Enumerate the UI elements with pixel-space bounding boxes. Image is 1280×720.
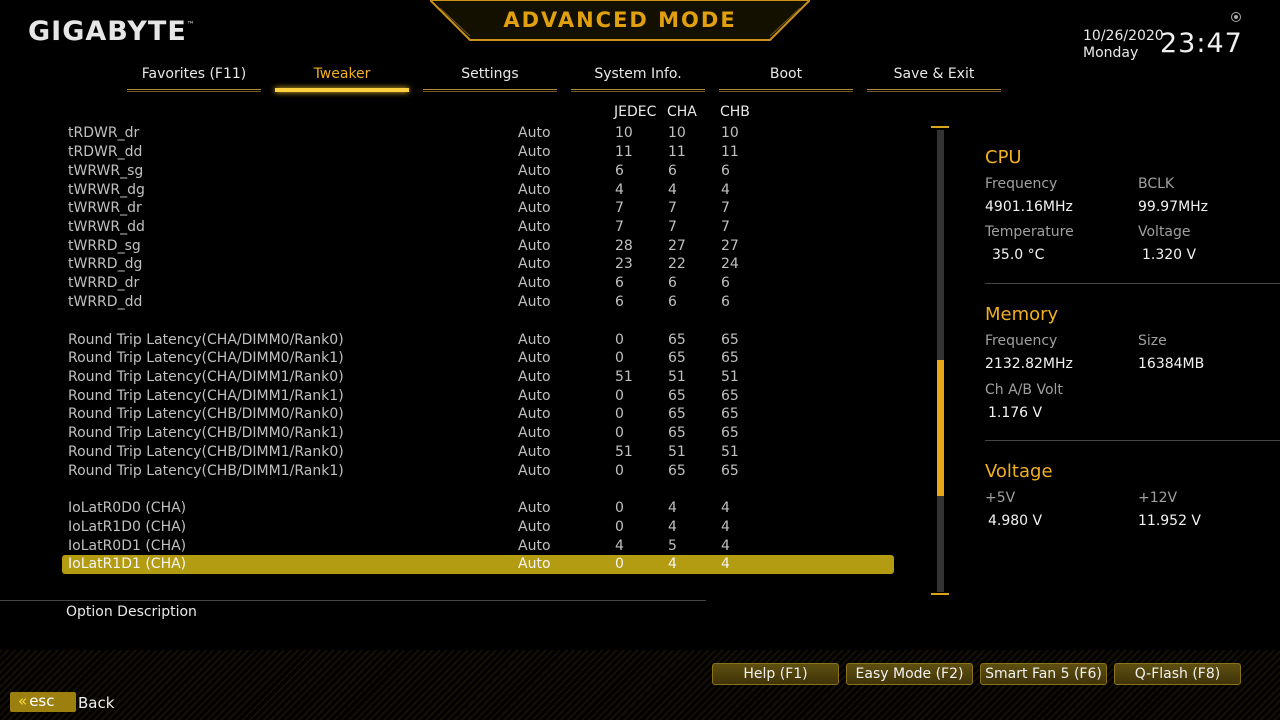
table-row[interactable]: Round Trip Latency(CHB/DIMM1/Rank1) Auto 0… — [62, 462, 894, 481]
table-row-selected[interactable]: IoLatR1D1 (CHA) Auto 0 4 4 — [62, 555, 894, 574]
settings-icon[interactable] — [1231, 12, 1241, 22]
table-row[interactable]: tWRWR_sg Auto 6 6 6 — [62, 162, 894, 181]
memory-size-label: Size — [1138, 333, 1167, 349]
table-row[interactable]: tRDWR_dr Auto 10 10 10 — [62, 124, 894, 143]
table-row[interactable]: tWRRD_dr Auto 6 6 6 — [62, 274, 894, 293]
table-row[interactable]: IoLatR0D1 (CHA) Auto 4 5 4 — [62, 537, 894, 556]
cpu-voltage-value: 1.320 V — [1142, 247, 1197, 263]
table-row[interactable]: Round Trip Latency(CHB/DIMM0/Rank0) Auto 0… — [62, 405, 894, 424]
tab-system-info[interactable]: System Info. — [571, 66, 705, 92]
easy-mode-button[interactable]: Easy Mode (F2) — [846, 663, 973, 685]
cpu-temperature-label: Temperature — [985, 224, 1074, 240]
table-row[interactable]: Round Trip Latency(CHA/DIMM0/Rank0) Auto 0… — [62, 331, 894, 350]
gigabyte-logo: GIGABYTE™ — [28, 16, 196, 47]
q-flash-button[interactable]: Q-Flash (F8) — [1114, 663, 1241, 685]
brand-text: GIGABYTE — [28, 16, 187, 47]
scrollbar-top-cap — [931, 126, 949, 128]
table-row[interactable]: tWRRD_dg Auto 23 22 24 — [62, 255, 894, 274]
day-text: Monday — [1083, 45, 1139, 61]
mode-banner: ADVANCED MODE — [430, 0, 810, 44]
cpu-voltage-label: Voltage — [1138, 224, 1191, 240]
help-button[interactable]: Help (F1) — [712, 663, 839, 685]
table-row[interactable]: IoLatR1D0 (CHA) Auto 0 4 4 — [62, 518, 894, 537]
tab-save-exit[interactable]: Save & Exit — [867, 66, 1001, 92]
table-row[interactable]: tWRRD_sg Auto 28 27 27 — [62, 237, 894, 256]
voltage-5v-value: 4.980 V — [988, 513, 1043, 529]
back-label: Back — [78, 694, 115, 712]
table-row[interactable]: Round Trip Latency(CHB/DIMM1/Rank0) Auto 5… — [62, 443, 894, 462]
memory-section-title: Memory — [985, 304, 1059, 325]
voltage-section-title: Voltage — [985, 461, 1053, 482]
voltage-5v-label: +5V — [985, 490, 1016, 506]
table-row[interactable]: IoLatR0D0 (CHA) Auto 0 4 4 — [62, 499, 894, 518]
scrollbar-bottom-cap — [931, 593, 949, 595]
table-row[interactable]: Round Trip Latency(CHA/DIMM1/Rank1) Auto 0… — [62, 387, 894, 406]
voltage-12v-value: 11.952 V — [1138, 513, 1202, 529]
memory-size-value: 16384MB — [1138, 356, 1205, 372]
clock-time: 23:47 — [1160, 28, 1243, 59]
table-row[interactable]: Round Trip Latency(CHA/DIMM0/Rank1) Auto 0… — [62, 349, 894, 368]
tab-favorites[interactable]: Favorites (F11) — [127, 66, 261, 92]
scrollbar-thumb[interactable] — [937, 360, 944, 496]
table-row[interactable]: tRDWR_dd Auto 11 11 11 — [62, 143, 894, 162]
voltage-12v-label: +12V — [1138, 490, 1178, 506]
cpu-section-title: CPU — [985, 147, 1022, 168]
memory-volt-value: 1.176 V — [988, 405, 1043, 421]
double-chevron-left-icon: « — [18, 692, 28, 710]
date-text: 10/26/2020 — [1083, 28, 1164, 44]
option-description-label: Option Description — [66, 604, 197, 620]
memory-frequency-value: 2132.82MHz — [985, 356, 1073, 372]
bottom-decoration — [0, 650, 1280, 720]
cpu-bclk-label: BCLK — [1138, 176, 1175, 192]
tab-boot[interactable]: Boot — [719, 66, 853, 92]
cpu-bclk-value: 99.97MHz — [1138, 199, 1209, 215]
tab-tweaker[interactable]: Tweaker — [275, 66, 409, 92]
cpu-frequency-value: 4901.16MHz — [985, 199, 1073, 215]
panel-divider — [985, 283, 1280, 284]
table-row[interactable]: Round Trip Latency(CHA/DIMM1/Rank0) Auto 5… — [62, 368, 894, 387]
panel-divider — [985, 440, 1280, 441]
column-header-jedec: JEDEC — [614, 104, 657, 120]
cpu-temperature-value: 35.0 °C — [992, 247, 1045, 263]
table-row[interactable]: tWRWR_dr Auto 7 7 7 — [62, 199, 894, 218]
table-row[interactable]: Round Trip Latency(CHB/DIMM0/Rank1) Auto 0… — [62, 424, 894, 443]
tab-settings[interactable]: Settings — [423, 66, 557, 92]
esc-button[interactable]: «esc — [10, 692, 76, 712]
column-header-cha: CHA — [667, 104, 697, 120]
date-display: 10/26/2020 Monday — [1083, 28, 1164, 62]
column-header-chb: CHB — [720, 104, 750, 120]
memory-frequency-label: Frequency — [985, 333, 1058, 349]
cpu-frequency-label: Frequency — [985, 176, 1058, 192]
table-row[interactable]: tWRRD_dd Auto 6 6 6 — [62, 293, 894, 312]
mode-title: ADVANCED MODE — [503, 8, 737, 32]
smart-fan-button[interactable]: Smart Fan 5 (F6) — [980, 663, 1107, 685]
description-divider — [0, 600, 706, 601]
table-row[interactable]: tWRWR_dg Auto 4 4 4 — [62, 181, 894, 200]
table-row[interactable]: tWRWR_dd Auto 7 7 7 — [62, 218, 894, 237]
memory-volt-label: Ch A/B Volt — [985, 382, 1063, 398]
